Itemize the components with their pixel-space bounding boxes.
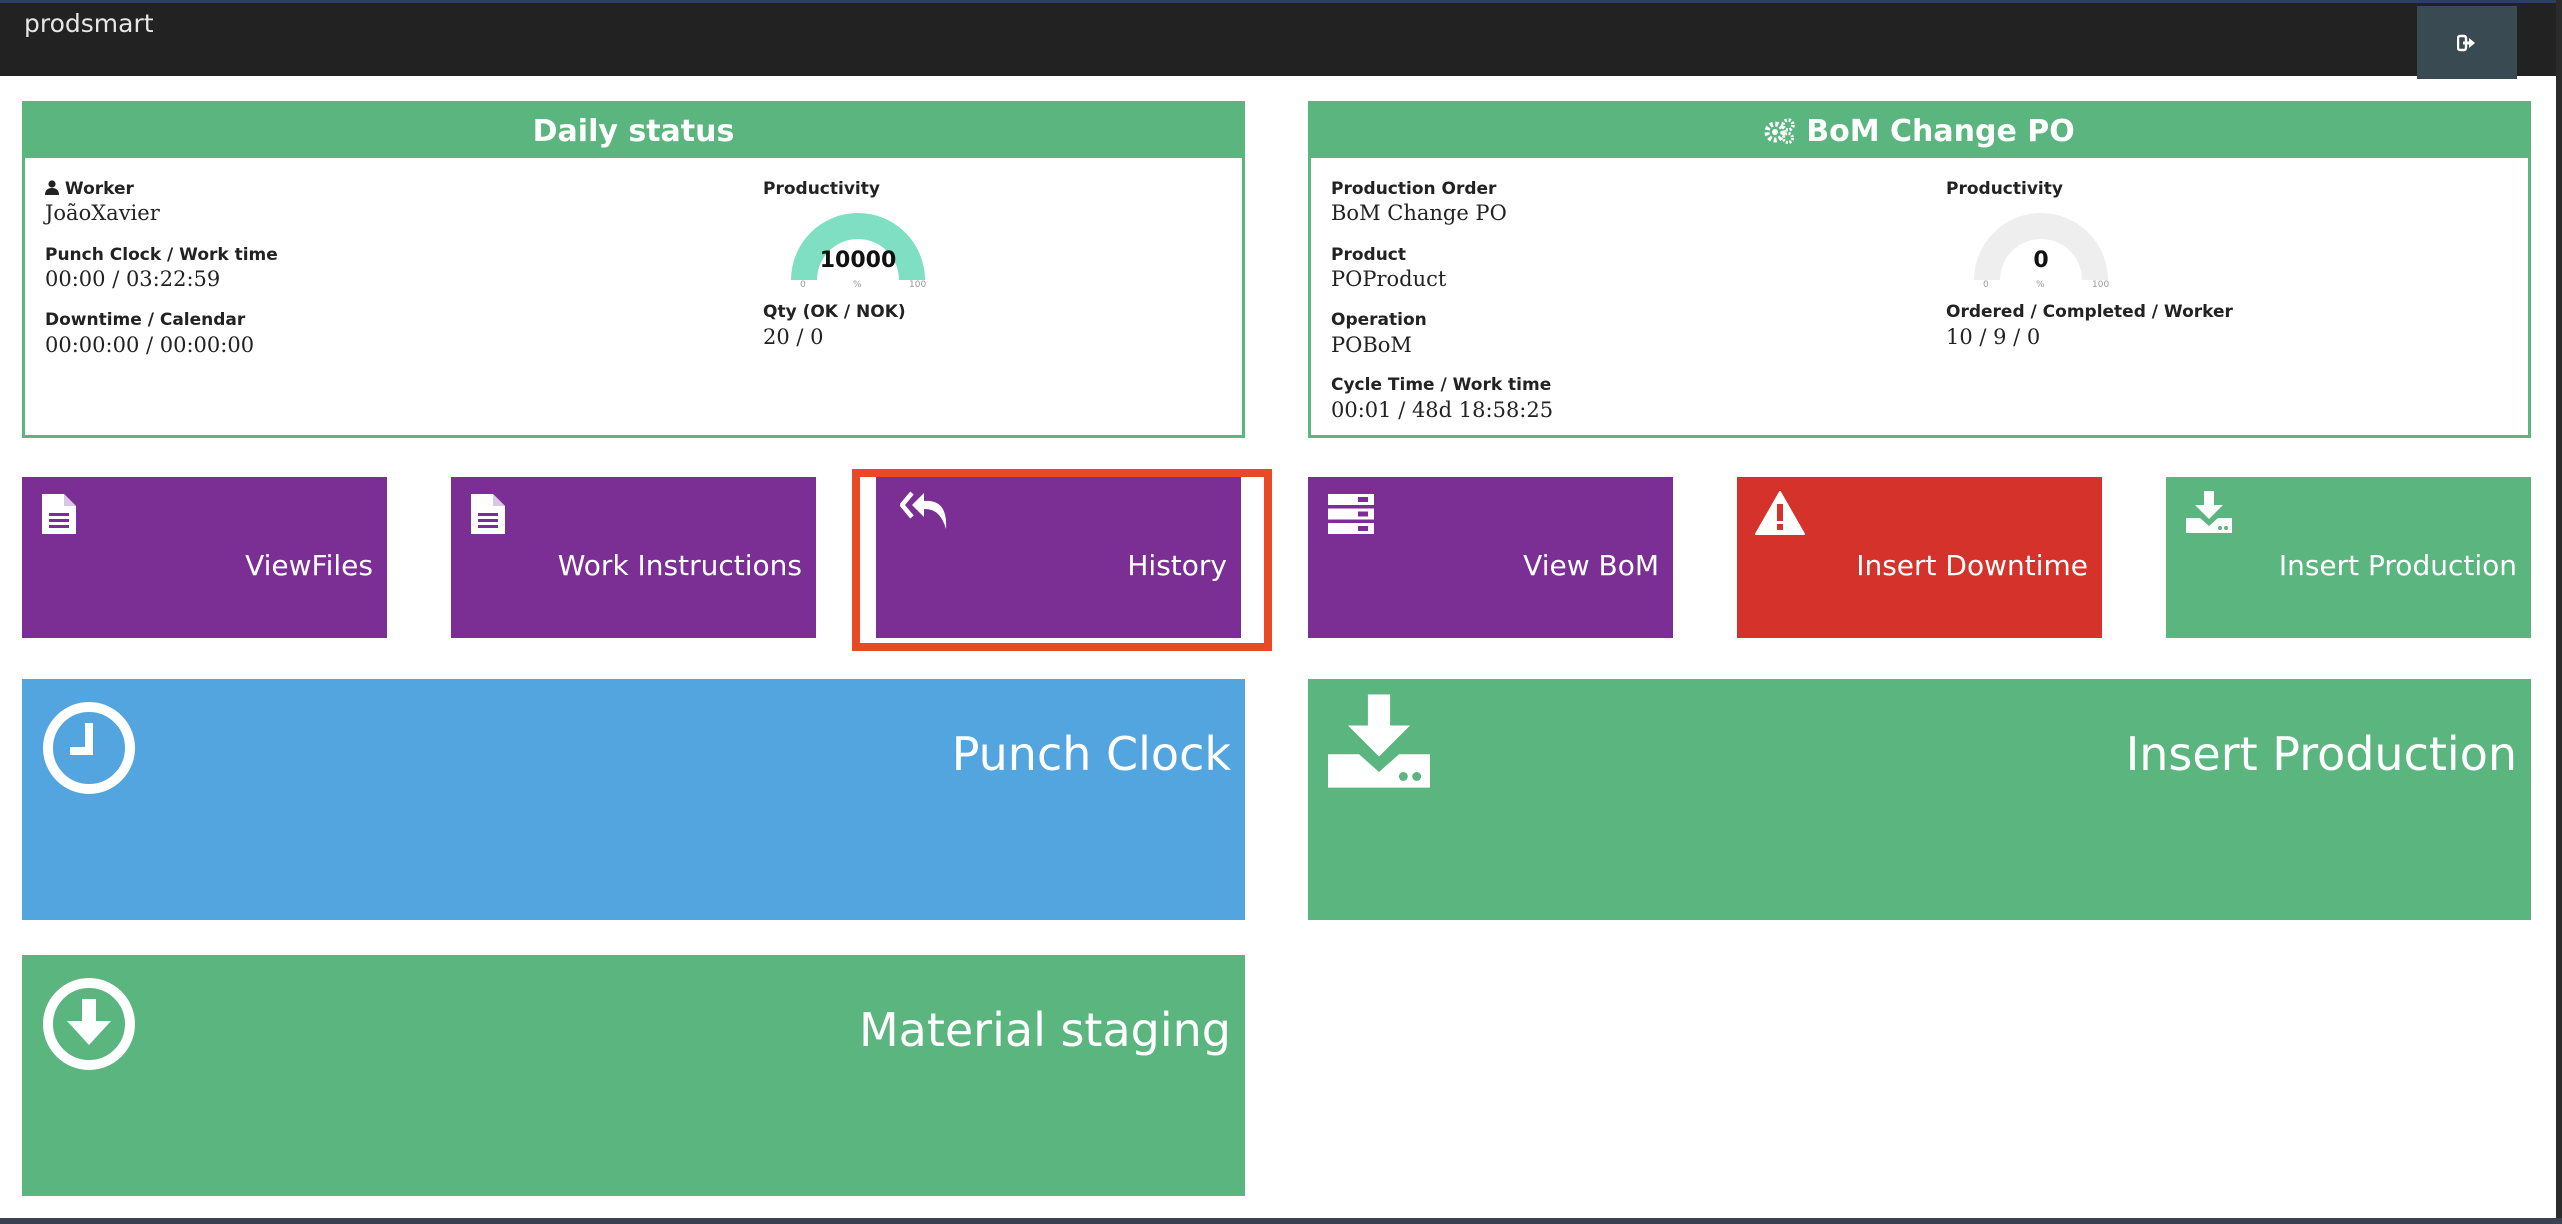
clock-icon — [43, 702, 135, 794]
product-label: Product — [1331, 245, 1406, 265]
insert-downtime-button[interactable]: Insert Downtime — [1737, 477, 2102, 638]
insert-production-big-button[interactable]: Insert Production — [1308, 679, 2531, 920]
server-icon — [1328, 494, 1374, 534]
user-icon — [45, 180, 59, 195]
punch-clock-value: 00:00 / 03:22:59 — [45, 267, 221, 291]
window-edge-bottom — [0, 1218, 2562, 1224]
sign-out-icon — [2457, 34, 2475, 51]
brand-logo[interactable]: prodsmart — [24, 9, 154, 38]
view-bom-label: View BoM — [1523, 549, 1659, 582]
insert-production-small-button[interactable]: Insert Production — [2166, 477, 2531, 638]
history-highlight-box — [852, 469, 1272, 651]
qty-value: 20 / 0 — [763, 325, 824, 349]
daily-status-title: Daily status — [532, 113, 735, 149]
productivity-gauge-value: 10000 — [819, 248, 897, 273]
insert-production-big-label: Insert Production — [2125, 727, 2517, 781]
punch-clock-tile-label: Punch Clock — [951, 727, 1231, 781]
work-instructions-button[interactable]: Work Instructions — [451, 477, 816, 638]
download-tray-icon — [2186, 491, 2232, 533]
cogs-icon — [1764, 118, 1795, 144]
insert-downtime-label: Insert Downtime — [1856, 549, 2088, 582]
production-order-title: BoM Change PO — [1806, 113, 2075, 149]
material-staging-label: Material staging — [858, 1003, 1231, 1057]
production-order-label: Production Order — [1331, 179, 1497, 199]
productivity-label: Productivity — [763, 179, 880, 199]
product-value: POProduct — [1331, 267, 1447, 291]
view-bom-button[interactable]: View BoM — [1308, 477, 1673, 638]
qty-label: Qty (OK / NOK) — [763, 302, 906, 322]
worker-label-text: Worker — [64, 179, 134, 199]
gauge-min: 0 — [1983, 280, 1989, 290]
po-productivity-label: Productivity — [1946, 179, 2063, 199]
gauge-max: 100 — [2092, 280, 2110, 290]
cycle-time-label: Cycle Time / Work time — [1331, 375, 1552, 395]
window-edge-right — [2556, 0, 2562, 1224]
view-files-label: ViewFiles — [245, 549, 373, 582]
arrow-circle-down-icon — [43, 978, 135, 1070]
operation-label: Operation — [1331, 310, 1427, 330]
ordered-value: 10 / 9 / 0 — [1946, 325, 2041, 349]
insert-production-small-label: Insert Production — [2278, 549, 2517, 582]
warning-icon — [1755, 491, 1805, 535]
gauge-unit: % — [2036, 280, 2045, 290]
daily-status-header: Daily status — [25, 104, 1242, 158]
punch-clock-label: Punch Clock / Work time — [45, 245, 278, 265]
operation-value: POBoM — [1331, 333, 1412, 357]
work-instructions-label: Work Instructions — [557, 549, 802, 582]
logout-button[interactable] — [2417, 6, 2517, 79]
downtime-value: 00:00:00 / 00:00:00 — [45, 333, 255, 357]
file-icon — [42, 494, 76, 534]
production-order-value: BoM Change PO — [1331, 201, 1507, 225]
worker-label: Worker — [45, 179, 134, 199]
production-order-panel: BoM Change PO Production Order BoM Chang… — [1308, 101, 2531, 438]
view-files-button[interactable]: ViewFiles — [22, 477, 387, 638]
gauge-max: 100 — [909, 280, 927, 290]
productivity-gauge: 10000 0 % 100 — [783, 202, 933, 292]
gauge-min: 0 — [800, 280, 806, 290]
po-productivity-gauge: 0 0 % 100 — [1966, 202, 2116, 292]
material-staging-button[interactable]: Material staging — [22, 955, 1245, 1196]
ordered-label: Ordered / Completed / Worker — [1946, 302, 2233, 322]
downtime-label: Downtime / Calendar — [45, 310, 246, 330]
file-icon — [471, 494, 505, 534]
app-root: prodsmart Daily status Worker JoãoXavier… — [0, 0, 2562, 1224]
daily-status-panel: Daily status Worker JoãoXavier Punch Clo… — [22, 101, 1245, 438]
production-order-header: BoM Change PO — [1311, 104, 2528, 158]
top-navbar: prodsmart — [0, 0, 2562, 79]
gauge-unit: % — [853, 280, 862, 290]
punch-clock-button[interactable]: Punch Clock — [22, 679, 1245, 920]
cycle-time-value: 00:01 / 48d 18:58:25 — [1331, 398, 1554, 422]
worker-value: JoãoXavier — [45, 201, 160, 225]
download-tray-icon — [1328, 694, 1430, 788]
po-productivity-gauge-value: 0 — [2033, 248, 2049, 273]
